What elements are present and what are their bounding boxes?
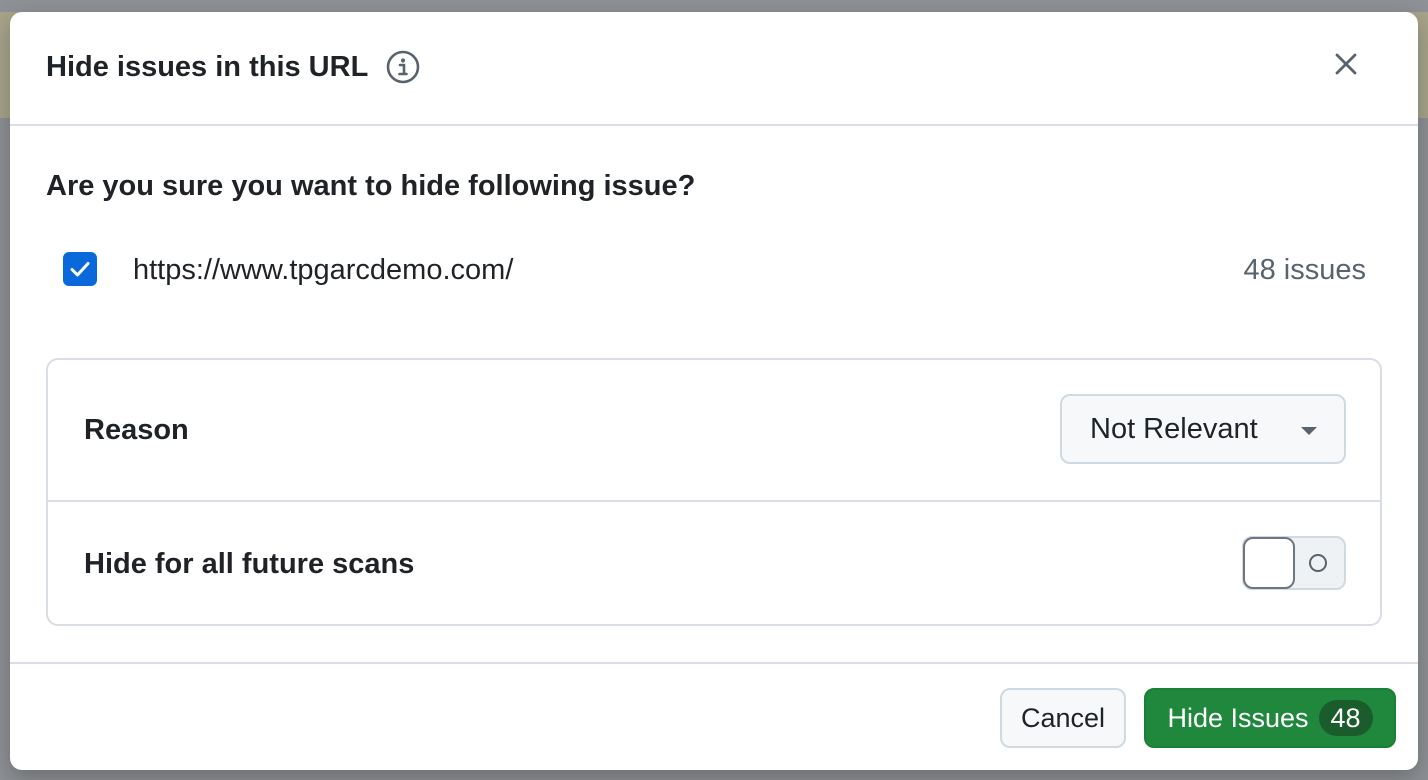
url-list-item: https://www.tpgarcdemo.com/ 48 issues — [10, 248, 1418, 296]
reason-row: Reason Not Relevant — [48, 360, 1380, 502]
url-checkbox[interactable] — [63, 252, 97, 286]
close-icon — [1335, 53, 1357, 75]
dialog-header: Hide issues in this URL — [10, 12, 1418, 126]
cancel-button-label: Cancel — [1020, 702, 1106, 733]
future-scans-toggle[interactable] — [1242, 536, 1346, 590]
reason-select-value: Not Relevant — [1090, 412, 1258, 445]
dialog-title-wrap: Hide issues in this URL — [46, 50, 420, 84]
options-panel: Reason Not Relevant Hide for all future … — [46, 358, 1382, 626]
confirm-question: Are you sure you want to hide following … — [46, 170, 696, 202]
future-scans-label: Hide for all future scans — [84, 548, 415, 580]
url-text: https://www.tpgarcdemo.com/ — [133, 254, 514, 286]
dialog-footer: Cancel Hide Issues 48 — [10, 662, 1418, 770]
triangle-down-icon — [1301, 427, 1317, 435]
cancel-button[interactable]: Cancel — [1000, 688, 1126, 748]
hide-issues-dialog: Hide issues in this URL Are you sure you… — [10, 12, 1418, 770]
reason-label: Reason — [84, 414, 189, 446]
future-scans-row: Hide for all future scans — [48, 502, 1380, 626]
dialog-title: Hide issues in this URL — [46, 50, 369, 83]
reason-select[interactable]: Not Relevant — [1060, 394, 1346, 464]
issue-count: 48 issues — [1243, 254, 1366, 286]
toggle-off-icon — [1309, 554, 1327, 572]
hide-issues-button[interactable]: Hide Issues 48 — [1144, 688, 1396, 748]
info-icon[interactable] — [386, 50, 420, 84]
toggle-knob — [1243, 537, 1295, 589]
count-badge: 48 — [1318, 700, 1373, 736]
close-button[interactable] — [1330, 48, 1362, 80]
hide-issues-button-label: Hide Issues — [1167, 702, 1309, 733]
check-icon — [70, 262, 90, 277]
